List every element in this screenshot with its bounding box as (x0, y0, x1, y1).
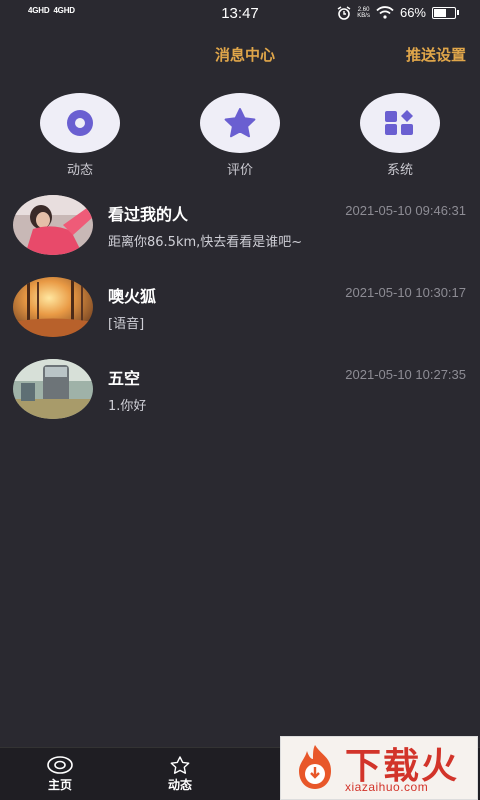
message-time: 2021-05-10 09:46:31 (345, 203, 466, 218)
speed-unit: KB/s (357, 12, 370, 19)
watermark-domain: xiazaihuo.com (345, 780, 429, 794)
category-dynamics[interactable]: 动态 (40, 93, 120, 178)
tab-label: 动态 (167, 778, 192, 792)
avatar (13, 277, 93, 337)
category-label: 系统 (386, 163, 413, 178)
message-sender: 五空 (108, 369, 141, 388)
message-item[interactable]: 五空 2021-05-10 10:27:35 1.你好 (0, 359, 480, 439)
alarm-icon (337, 5, 351, 20)
category-icon-bg (40, 93, 120, 153)
avatar (13, 359, 93, 419)
tab-label: 主页 (47, 778, 72, 792)
flame-logo-icon (299, 745, 331, 789)
category-icon-bg (200, 93, 280, 153)
status-right: 2.60 KB/s 66% (337, 5, 459, 20)
message-preview: 1.你好 (108, 399, 147, 414)
battery-percent: 66% (399, 5, 426, 20)
star-icon (170, 756, 190, 774)
category-label: 评价 (226, 163, 253, 178)
grid-icon (385, 110, 413, 135)
speed-value: 2.60 (357, 6, 370, 13)
network-speed: 2.60 KB/s (357, 7, 370, 19)
watermark-logo: 下载火 xiazaihuo.com (280, 736, 478, 800)
star-icon (224, 108, 256, 138)
push-settings-button[interactable]: 推送设置 (406, 44, 466, 65)
status-bar: 4GHD 4GHD 13:47 2.60 KB/s 66% (0, 0, 480, 30)
message-sender: 噢火狐 (108, 287, 157, 306)
category-system[interactable]: 系统 (360, 93, 440, 178)
category-icon-bg (360, 93, 440, 153)
category-label: 动态 (66, 163, 93, 178)
message-sender: 看过我的人 (108, 205, 189, 224)
battery-icon (432, 6, 459, 19)
message-preview: [语音] (108, 317, 145, 332)
tab-home[interactable]: 主页 (30, 756, 90, 793)
category-reviews[interactable]: 评价 (200, 93, 280, 178)
home-icon (47, 756, 73, 774)
message-time: 2021-05-10 10:30:17 (345, 285, 466, 300)
record-icon (67, 110, 93, 136)
wifi-icon (376, 6, 394, 19)
message-item[interactable]: 看过我的人 2021-05-10 09:46:31 距离你86.5km,快去看看… (0, 195, 480, 275)
avatar (13, 195, 93, 255)
tab-dynamics[interactable]: 动态 (150, 756, 210, 793)
message-preview: 距离你86.5km,快去看看是谁吧~ (108, 235, 303, 250)
message-item[interactable]: 噢火狐 2021-05-10 10:30:17 [语音] (0, 277, 480, 357)
message-time: 2021-05-10 10:27:35 (345, 367, 466, 382)
